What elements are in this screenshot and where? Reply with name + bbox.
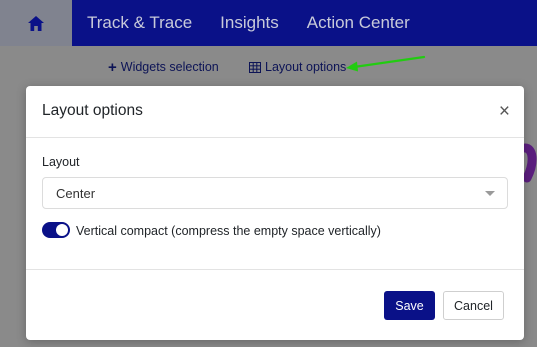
home-icon <box>28 15 44 31</box>
top-navigation: Track & Trace Insights Action Center <box>0 0 537 46</box>
nav-track-trace[interactable]: Track & Trace <box>72 0 206 46</box>
layout-options-button[interactable]: Layout options <box>249 56 346 78</box>
layout-select[interactable]: Center <box>42 177 508 209</box>
chevron-down-icon <box>485 191 495 196</box>
cancel-button[interactable]: Cancel <box>443 291 504 320</box>
layout-select-value: Center <box>56 186 96 201</box>
dashboard-toolbar: + Widgets selection Layout options <box>0 56 537 78</box>
modal-title: Layout options <box>42 102 143 119</box>
widgets-selection-label: Widgets selection <box>120 60 219 74</box>
close-icon[interactable]: × <box>499 102 510 121</box>
annotation-arrow-icon <box>346 55 426 72</box>
nav-action-center[interactable]: Action Center <box>293 0 424 46</box>
toggle-knob <box>56 224 68 236</box>
divider <box>26 269 524 270</box>
grid-icon <box>249 61 261 73</box>
modal-header: Layout options × <box>26 86 524 138</box>
widgets-selection-button[interactable]: + Widgets selection <box>108 56 219 78</box>
vertical-compact-toggle[interactable] <box>42 222 70 238</box>
nav-insights[interactable]: Insights <box>206 0 293 46</box>
vertical-compact-label: Vertical compact (compress the empty spa… <box>76 224 381 238</box>
layout-field-label: Layout <box>42 155 80 169</box>
save-button[interactable]: Save <box>384 291 435 320</box>
layout-options-modal: Layout options × Layout Center Vertical … <box>26 86 524 340</box>
layout-options-label: Layout options <box>265 60 347 74</box>
plus-icon: + <box>108 58 117 76</box>
home-tab[interactable] <box>0 0 72 46</box>
